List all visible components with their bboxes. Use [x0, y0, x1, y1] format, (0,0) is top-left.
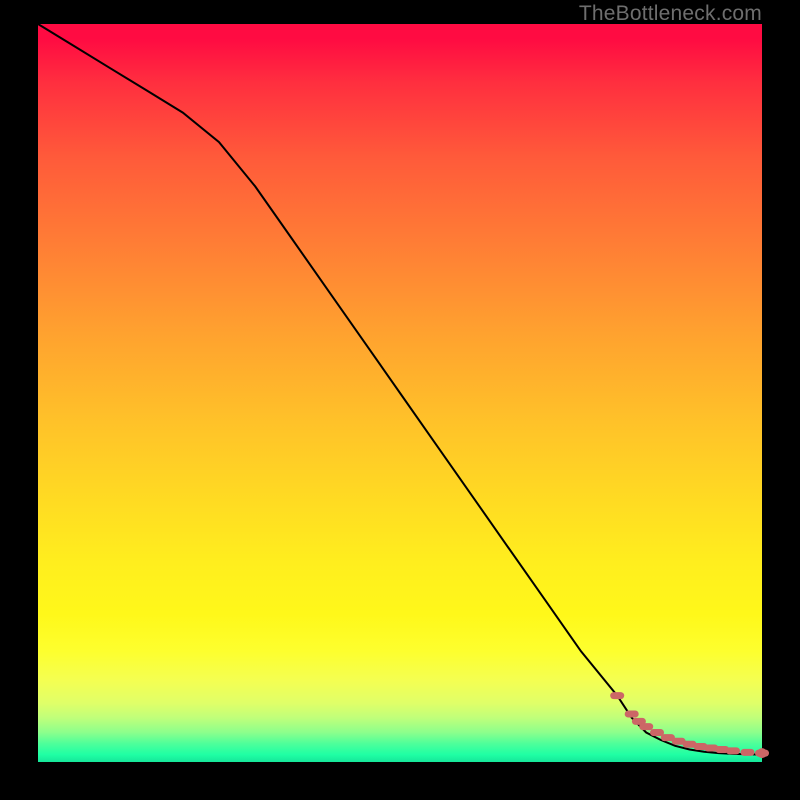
- bottleneck-curve: [38, 24, 762, 755]
- marker-dash: [639, 723, 653, 730]
- marker-dash: [726, 747, 740, 754]
- flat-region-markers: [610, 692, 769, 758]
- marker-dash: [610, 692, 624, 699]
- marker-dash: [625, 711, 639, 718]
- marker-dash: [650, 729, 664, 736]
- chart-stage: TheBottleneck.com: [0, 0, 800, 800]
- marker-end-point: [757, 748, 767, 758]
- plot-overlay-svg: [38, 24, 762, 762]
- watermark-text: TheBottleneck.com: [579, 2, 762, 26]
- marker-dash: [741, 749, 755, 756]
